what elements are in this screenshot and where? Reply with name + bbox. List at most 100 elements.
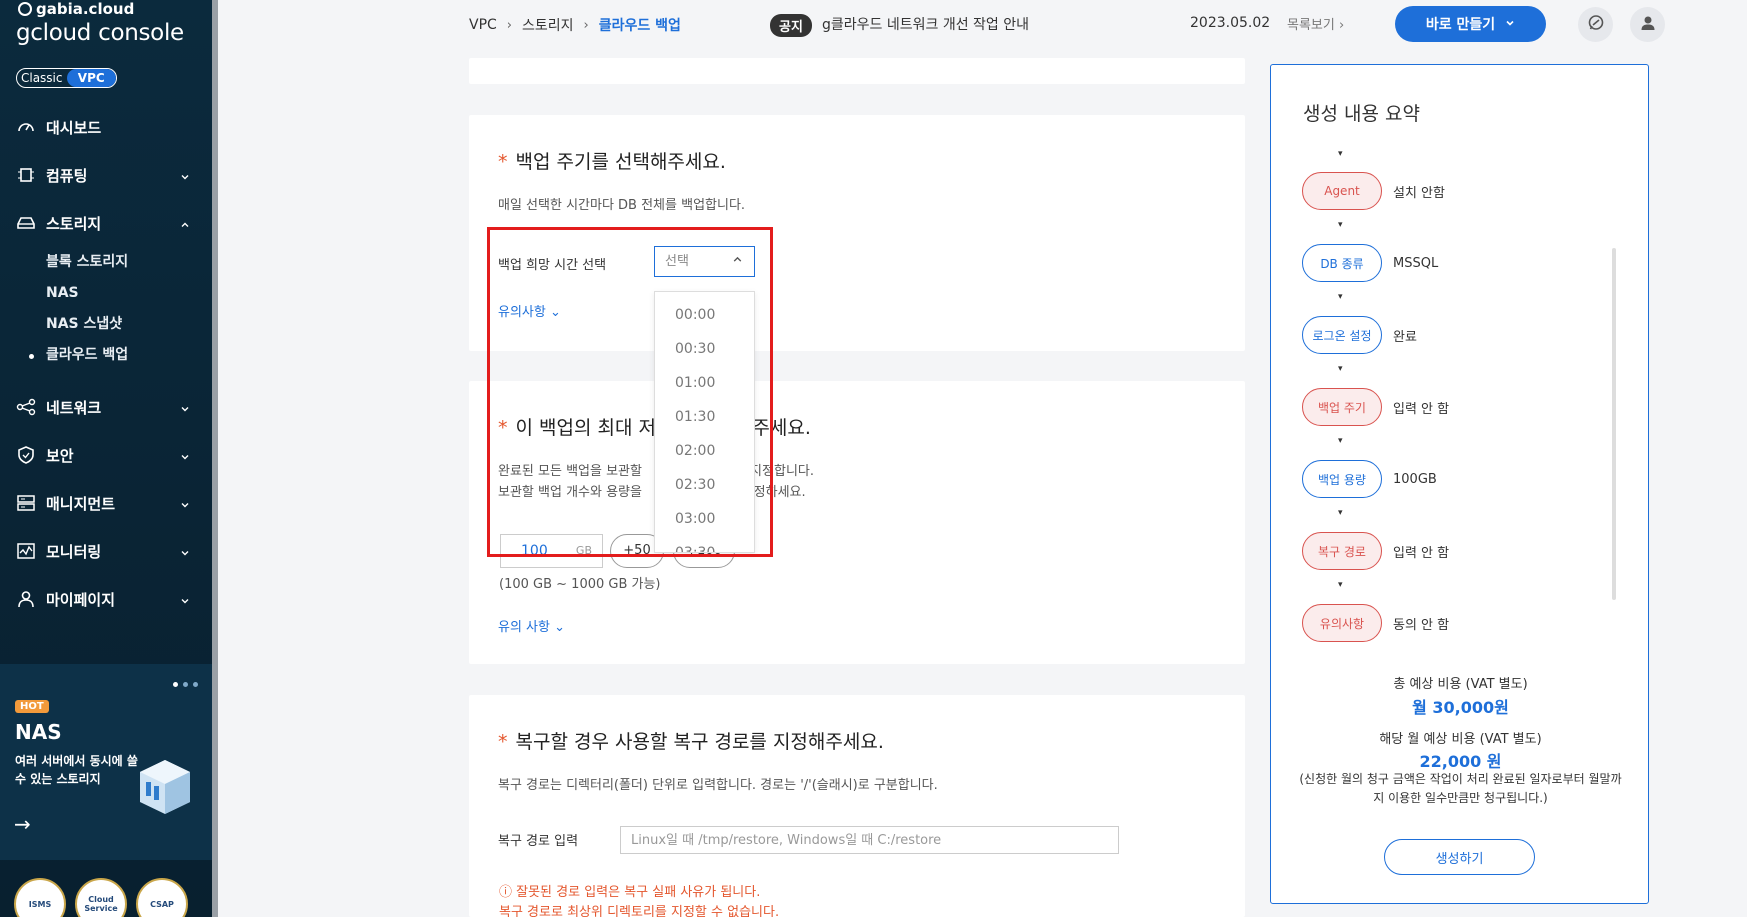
backup-cycle-notice-link[interactable]: 유의사항 ⌄ bbox=[498, 301, 561, 320]
month-cost-value: 22,000 원 bbox=[1419, 752, 1502, 771]
create-button[interactable]: 생성하기 bbox=[1384, 839, 1535, 875]
backup-time-dropdown[interactable]: 00:00 00:30 01:00 01:30 02:00 02:30 03:0… bbox=[654, 291, 755, 553]
quick-create-button[interactable]: 바로 만들기 bbox=[1395, 6, 1546, 42]
sidebar-sub-block-storage[interactable]: 블록 스토리지 bbox=[0, 247, 212, 278]
sidebar-label-storage: 스토리지 bbox=[46, 214, 102, 233]
step-value: 설치 안함 bbox=[1393, 185, 1445, 201]
sidebar-label-management: 매니지먼트 bbox=[46, 494, 116, 513]
notice-list-link[interactable]: 목록보기 › bbox=[1287, 14, 1344, 33]
classic-vpc-toggle[interactable]: Classic VPC bbox=[16, 68, 117, 88]
time-option[interactable]: 01:30 bbox=[655, 400, 754, 434]
breadcrumb-separator-icon: › bbox=[506, 17, 512, 33]
total-cost-value: 월 30,000원 bbox=[1412, 698, 1509, 717]
sidebar-sub-nas-snapshot[interactable]: NAS 스냅샷 bbox=[0, 309, 212, 340]
time-option[interactable]: 02:00 bbox=[655, 434, 754, 468]
chevron-down-icon bbox=[180, 168, 190, 186]
notice-date: 2023.05.02 bbox=[1190, 15, 1271, 31]
time-option[interactable]: 03:00 bbox=[655, 502, 754, 536]
notice-title[interactable]: g클라우드 네트워크 개선 작업 안내 bbox=[822, 14, 1029, 34]
arrow-right-icon[interactable]: → bbox=[14, 812, 31, 836]
sidebar-label-mypage: 마이페이지 bbox=[46, 590, 116, 609]
cert-isms: ISMS bbox=[14, 878, 66, 917]
chip-icon bbox=[16, 165, 36, 185]
notice-list-label: 목록보기 bbox=[1287, 18, 1335, 33]
total-cost-label: 총 예상 비용 (VAT 별도) bbox=[1393, 677, 1528, 692]
profile-button[interactable] bbox=[1630, 7, 1665, 42]
step-chip[interactable]: 로그온 설정 bbox=[1302, 316, 1382, 354]
cost-note: (신청한 월의 청구 금액은 작업이 처리 완료된 일자로부터 월말까지 이용한… bbox=[1299, 772, 1622, 805]
step-chip[interactable]: 복구 경로 bbox=[1302, 532, 1382, 570]
backup-time-select[interactable]: 선택 bbox=[654, 246, 755, 277]
time-option[interactable]: 00:00 bbox=[655, 298, 754, 332]
capacity-notice-label: 유의 사항 bbox=[498, 620, 550, 635]
console-title[interactable]: gcloud console bbox=[16, 20, 184, 46]
step-chip[interactable]: 백업 용량 bbox=[1302, 460, 1382, 498]
chevron-down-icon: ⌄ bbox=[554, 620, 566, 635]
restore-path-label: 복구 경로 입력 bbox=[498, 834, 579, 849]
time-option[interactable]: 03:30 bbox=[655, 536, 754, 552]
backup-time-select-value: 선택 bbox=[665, 254, 689, 269]
sidebar-item-security[interactable]: 보안 bbox=[0, 431, 212, 479]
backup-cycle-card: * 백업 주기를 선택해주세요. 매일 선택한 시간마다 DB 전체를 백업합니다… bbox=[469, 115, 1245, 351]
sidebar-scrollbar-thumb[interactable] bbox=[212, 0, 218, 917]
time-option[interactable]: 00:30 bbox=[655, 332, 754, 366]
time-option[interactable]: 02:30 bbox=[655, 468, 754, 502]
carousel-dots[interactable] bbox=[173, 682, 198, 687]
cert-cloud-service: Cloud Service bbox=[75, 878, 127, 917]
capacity-value: 100 bbox=[521, 543, 548, 559]
carousel-dot[interactable] bbox=[183, 682, 188, 687]
step-value: MSSQL bbox=[1393, 255, 1439, 271]
brand-top-text: gabia.cloud bbox=[36, 0, 135, 18]
sidebar-sub-nas[interactable]: NAS bbox=[0, 278, 212, 309]
sidebar-scrollbar[interactable] bbox=[212, 0, 218, 917]
sidebar-item-monitoring[interactable]: 모니터링 bbox=[0, 527, 212, 575]
carousel-dot[interactable] bbox=[173, 682, 178, 687]
capacity-desc-line2-pre: 보관할 백업 개수와 용량을 bbox=[498, 485, 642, 500]
step-value: 입력 안 함 bbox=[1393, 401, 1450, 417]
summary-step: 백업 용량 100GB bbox=[1302, 460, 1437, 498]
down-arrow-icon: ▾ bbox=[1338, 292, 1343, 302]
step-chip[interactable]: DB 종류 bbox=[1302, 244, 1382, 282]
required-asterisk: * bbox=[498, 417, 508, 439]
user-icon bbox=[16, 589, 36, 609]
time-option[interactable]: 01:00 bbox=[655, 366, 754, 400]
brand-logo[interactable]: gabia.cloud bbox=[18, 0, 134, 18]
toggle-classic[interactable]: Classic bbox=[17, 69, 67, 87]
step-chip[interactable]: 유의사항 bbox=[1302, 604, 1382, 642]
step-chip[interactable]: 백업 주기 bbox=[1302, 388, 1382, 426]
backup-time-label: 백업 희망 시간 선택 bbox=[498, 258, 607, 273]
gauge-icon bbox=[16, 117, 36, 137]
restore-path-input[interactable] bbox=[620, 826, 1119, 854]
summary-step: 유의사항 동의 안 함 bbox=[1302, 604, 1449, 642]
carousel-dot[interactable] bbox=[193, 682, 198, 687]
sidebar-item-management[interactable]: 매니지먼트 bbox=[0, 479, 212, 527]
breadcrumb-storage[interactable]: 스토리지 bbox=[522, 15, 574, 35]
summary-scrollbar[interactable] bbox=[1612, 248, 1616, 600]
month-cost-label: 해당 월 예상 비용 (VAT 별도) bbox=[1379, 732, 1542, 747]
backup-cycle-title-text: 백업 주기를 선택해주세요. bbox=[515, 151, 726, 173]
sidebar-item-storage[interactable]: 스토리지 bbox=[0, 199, 212, 247]
sidebar-item-dashboard[interactable]: 대시보드 bbox=[0, 103, 212, 151]
sidebar-label-dashboard: 대시보드 bbox=[46, 118, 102, 137]
capacity-desc-line1-pre: 완료된 모든 백업을 보관할 bbox=[498, 464, 642, 479]
sidebar-item-network[interactable]: 네트워크 bbox=[0, 383, 212, 431]
promo-banner[interactable]: HOT NAS 여러 서버에서 동시에 쓸 수 있는 스토리지 → bbox=[0, 664, 212, 860]
sidebar-item-computing[interactable]: 컴퓨팅 bbox=[0, 151, 212, 199]
down-arrow-icon: ▾ bbox=[1338, 436, 1343, 446]
notice-badge: 공지 bbox=[770, 14, 812, 37]
sidebar-item-mypage[interactable]: 마이페이지 bbox=[0, 575, 212, 623]
capacity-notice-link[interactable]: 유의 사항 ⌄ bbox=[498, 616, 565, 635]
restore-path-warning-1: ⓘ 잘못된 경로 입력은 복구 실패 사유가 됩니다. bbox=[499, 885, 761, 900]
storage-cube-icon bbox=[136, 756, 194, 822]
toggle-vpc[interactable]: VPC bbox=[66, 69, 116, 87]
step-chip[interactable]: Agent bbox=[1302, 172, 1382, 210]
chat-button[interactable] bbox=[1578, 7, 1613, 42]
sidebar-label-security: 보안 bbox=[46, 446, 74, 465]
chevron-down-icon bbox=[180, 400, 190, 418]
capacity-input[interactable]: 100 GB bbox=[500, 534, 603, 568]
sidebar-sub-cloud-backup[interactable]: 클라우드 백업 bbox=[0, 340, 212, 371]
step-value: 100GB bbox=[1393, 471, 1437, 487]
breadcrumb-vpc[interactable]: VPC bbox=[469, 17, 497, 33]
monitor-chart-icon bbox=[16, 541, 36, 561]
restore-path-warning-2: 복구 경로로 최상위 디렉토리를 지정할 수 없습니다. bbox=[499, 905, 780, 917]
